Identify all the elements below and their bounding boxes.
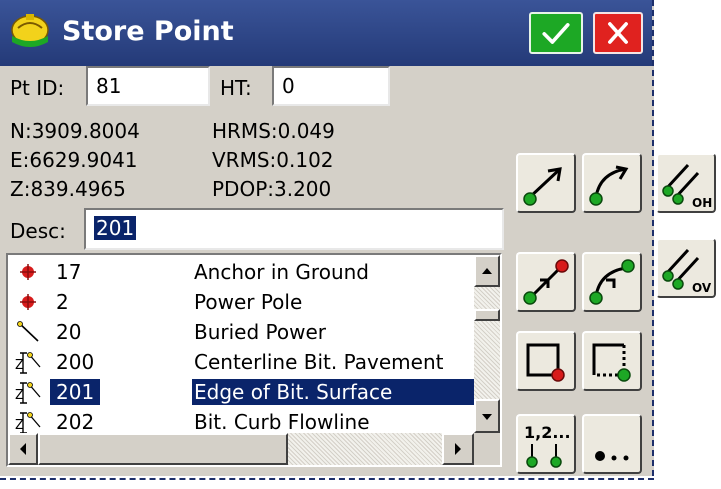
title-bar: Store Point [0,0,652,66]
store-point-arc-two-points-button[interactable] [582,252,642,312]
line-icon [17,321,39,342]
pt-id-input[interactable] [86,66,210,106]
numbered-points-icon: 1,2... [524,423,571,468]
pavement-icon: Z [15,352,41,374]
scroll-left-button[interactable] [8,433,38,465]
arc-offset-icon [589,165,629,206]
close-icon [608,22,628,44]
code-description: Bit. Curb Flowline [194,410,370,433]
arrow-down-icon [482,414,492,420]
sequence-label: 1,2... [524,423,571,442]
store-point-on-arc-button[interactable] [582,153,642,213]
code-list[interactable]: 17 Anchor in Ground 2 Power Pole 20 Buri… [6,253,502,467]
elevation-value: Z:839.4965 [10,177,126,201]
code-description: Centerline Bit. Pavement [194,350,444,374]
code-number: 17 [56,260,82,284]
easting-value: E:6629.9041 [10,148,138,172]
list-item[interactable]: 2 Power Pole [8,285,474,319]
arc-two-points-icon [589,259,635,305]
code-description: Anchor in Ground [194,260,369,284]
list-item[interactable]: Z 200 Centerline Bit. Pavement [8,345,474,379]
store-corner-red-button[interactable] [516,331,576,391]
dialog-title: Store Point [62,16,234,47]
cancel-button[interactable] [593,12,643,54]
pdop-value: PDOP:3.200 [212,177,332,201]
offset-horizontal-button[interactable]: OH [656,153,716,213]
red-dot-icon [20,264,36,280]
ov-label: OV [692,281,712,295]
list-item[interactable]: Z 202 Bit. Curb Flowline [8,405,474,433]
offset-vertical-button[interactable]: OV [656,238,716,298]
code-number: 20 [56,320,82,344]
code-description: Buried Power [194,320,327,344]
scroll-up-button[interactable] [474,255,500,287]
scroll-down-button[interactable] [474,399,500,433]
arrow-left-icon [20,443,26,455]
store-point-on-line-button[interactable] [516,153,576,213]
arrow-up-icon [482,268,492,274]
checkmark-icon [542,23,570,44]
two-points-line-icon [523,259,569,305]
red-dot-icon [20,294,36,310]
horizontal-scroll-thumb[interactable] [38,433,288,465]
northing-value: N:3909.8004 [10,119,140,143]
code-description: Edge of Bit. Surface [192,379,474,405]
arrow-right-icon [455,443,461,455]
list-item[interactable]: 20 Buried Power [8,315,474,349]
pt-id-label: Pt ID: [10,76,65,100]
bottom-dashed-border [0,478,654,480]
vertical-scrollbar[interactable] [474,255,500,433]
scroll-right-button[interactable] [442,433,474,465]
hrms-value: HRMS:0.049 [212,119,335,143]
store-point-dialog: Store Point Pt ID: HT: N:3909.8004 E:662… [0,0,654,476]
pavement-icon: Z [15,382,41,404]
code-number: 200 [56,350,95,374]
scroll-thumb[interactable] [474,309,500,321]
horizontal-scrollbar[interactable] [8,433,474,465]
pavement-icon: Z [15,412,41,433]
gps-helmet-icon [11,14,49,47]
code-number: 2 [56,290,69,314]
ht-label: HT: [220,76,252,100]
desc-input[interactable]: 201 [84,208,504,250]
scrollbar-corner [474,433,500,465]
store-point-two-points-button[interactable] [516,252,576,312]
code-number: 201 [50,379,101,405]
code-description: Power Pole [194,290,303,314]
code-number: 202 [56,410,95,433]
vrms-value: VRMS:0.102 [212,148,334,172]
offset-horizontal-icon: OH [662,163,712,210]
offset-vertical-icon: OV [662,248,712,295]
list-item-selected[interactable]: Z 201 Edge of Bit. Surface [8,375,474,409]
ellipsis-icon [595,451,629,461]
corner-dotted-icon [592,343,631,382]
ok-button[interactable] [529,12,583,54]
sequence-points-button[interactable]: 1,2... [516,414,576,474]
more-options-button[interactable] [582,414,642,474]
oh-label: OH [692,196,712,210]
desc-label: Desc: [10,219,66,243]
line-offset-icon [523,167,562,206]
ht-input[interactable] [272,66,390,106]
list-item[interactable]: 17 Anchor in Ground [8,255,474,289]
store-corner-green-button[interactable] [582,331,642,391]
corner-red-icon [526,343,565,382]
desc-selected-text: 201 [94,216,137,240]
